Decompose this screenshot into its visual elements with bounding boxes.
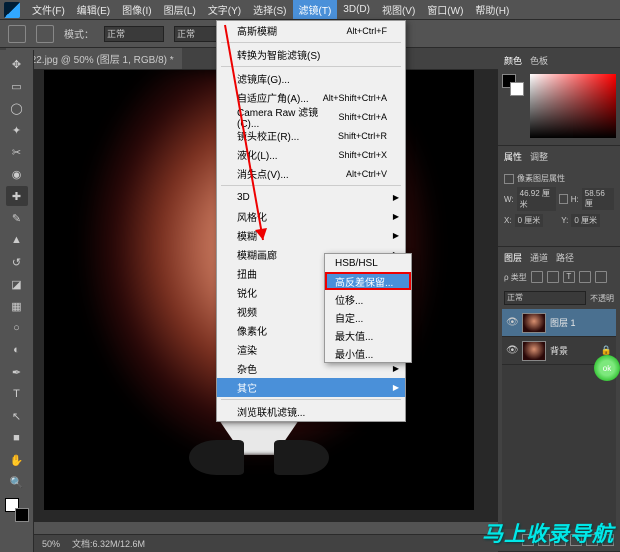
- menu-item[interactable]: 浏览联机滤镜...: [217, 402, 405, 421]
- crop-tool-icon[interactable]: ✂: [6, 142, 28, 162]
- layers-panel: 图层 通道 路径 ρ 类型 T 正常 不透明 👁 图层 1 👁 背: [498, 247, 620, 552]
- app-logo-icon: [4, 2, 20, 18]
- layer-name[interactable]: 背景: [550, 344, 568, 357]
- filter-smart-icon[interactable]: [595, 271, 607, 283]
- watermark-text: 马上收录导航: [482, 518, 614, 548]
- pixel-layer-label: 像素图层属性: [517, 173, 565, 184]
- layers-list: 👁 图层 1 👁 背景 🔒: [502, 309, 616, 529]
- status-bar: 50% 文档:6.32M/12.6M: [34, 534, 498, 552]
- hue-cube[interactable]: [530, 74, 616, 138]
- doc-size: 文档:6.32M/12.6M: [72, 537, 145, 550]
- filter-shape-icon[interactable]: [579, 271, 591, 283]
- pixel-layer-icon: [504, 174, 514, 184]
- approve-badge-icon: ok: [594, 355, 620, 381]
- blur-tool-icon[interactable]: ○: [6, 318, 28, 338]
- menu-item[interactable]: 其它▶: [217, 378, 405, 397]
- hand-tool-icon[interactable]: ✋: [6, 450, 28, 470]
- menubar: 文件(F) 编辑(E) 图像(I) 图层(L) 文字(Y) 选择(S) 滤镜(T…: [0, 0, 620, 20]
- layer-row[interactable]: 👁 图层 1: [502, 309, 616, 337]
- y-label: Y:: [561, 216, 568, 225]
- width-label: W:: [504, 195, 514, 204]
- canvas-content-bowtie: [189, 430, 329, 480]
- x-label: X:: [504, 216, 512, 225]
- layer-thumbnail[interactable]: [522, 313, 546, 333]
- mode-dropdown[interactable]: 正常: [104, 26, 164, 42]
- menu-window[interactable]: 窗口(W): [421, 0, 469, 19]
- spot-heal-icon[interactable]: [8, 25, 26, 43]
- submenu-item[interactable]: 最小值...: [325, 344, 411, 362]
- kind-label: ρ 类型: [504, 272, 527, 283]
- zoom-tool-icon[interactable]: 🔍: [6, 472, 28, 492]
- filter-adjust-icon[interactable]: [547, 271, 559, 283]
- height-label: H:: [571, 195, 579, 204]
- color-panel: 颜色 色板: [498, 50, 620, 146]
- menu-edit[interactable]: 编辑(E): [71, 0, 116, 19]
- menu-file[interactable]: 文件(F): [26, 0, 71, 19]
- tab-adjustments[interactable]: 调整: [530, 150, 548, 163]
- opacity-label: 不透明: [590, 293, 614, 304]
- color-panel-swatch[interactable]: [502, 74, 524, 96]
- shape-tool-icon[interactable]: ■: [6, 428, 28, 448]
- zoom-level[interactable]: 50%: [42, 539, 60, 549]
- visibility-icon[interactable]: 👁: [506, 317, 518, 329]
- color-swatch[interactable]: [5, 498, 29, 522]
- filter-pixel-icon[interactable]: [531, 271, 543, 283]
- menu-3d[interactable]: 3D(D): [337, 2, 376, 17]
- history-brush-tool-icon[interactable]: ↺: [6, 252, 28, 272]
- eyedropper-tool-icon[interactable]: ◉: [6, 164, 28, 184]
- submenu-item[interactable]: 位移...: [325, 290, 411, 308]
- layer-name[interactable]: 图层 1: [550, 316, 576, 329]
- menu-filter[interactable]: 滤镜(T): [293, 0, 338, 19]
- tab-properties[interactable]: 属性: [504, 150, 522, 163]
- lasso-tool-icon[interactable]: ◯: [6, 98, 28, 118]
- background-color-icon[interactable]: [15, 508, 29, 522]
- other-submenu: HSB/HSL高反差保留...位移...自定...最大值...最小值...: [324, 253, 412, 363]
- eraser-tool-icon[interactable]: ◪: [6, 274, 28, 294]
- heal-tool-icon[interactable]: ✚: [6, 186, 28, 206]
- tab-channels[interactable]: 通道: [530, 251, 548, 264]
- layer-thumbnail[interactable]: [522, 341, 546, 361]
- stamp-tool-icon[interactable]: ▲: [6, 230, 28, 250]
- marquee-tool-icon[interactable]: ▭: [6, 76, 28, 96]
- tab-layers[interactable]: 图层: [504, 251, 522, 264]
- width-value[interactable]: 46.92 厘米: [517, 187, 556, 211]
- submenu-item[interactable]: 自定...: [325, 308, 411, 326]
- visibility-icon[interactable]: 👁: [506, 345, 518, 357]
- x-value[interactable]: 0 厘米: [515, 214, 544, 227]
- menu-type[interactable]: 文字(Y): [202, 0, 247, 19]
- tools-panel: ✥ ▭ ◯ ✦ ✂ ◉ ✚ ✎ ▲ ↺ ◪ ▦ ○ ◐ ✒ T ↖ ■ ✋ 🔍: [0, 50, 34, 552]
- submenu-item[interactable]: 高反差保留...: [325, 272, 411, 290]
- brush-preset-icon[interactable]: [36, 25, 54, 43]
- menu-help[interactable]: 帮助(H): [469, 0, 515, 19]
- tab-paths[interactable]: 路径: [556, 251, 574, 264]
- arrow-annotation: [240, 25, 242, 240]
- menu-select[interactable]: 选择(S): [247, 0, 292, 19]
- y-value[interactable]: 0 厘米: [571, 214, 600, 227]
- menu-layer[interactable]: 图层(L): [158, 0, 202, 19]
- path-tool-icon[interactable]: ↖: [6, 406, 28, 426]
- menu-image[interactable]: 图像(I): [116, 0, 157, 19]
- wand-tool-icon[interactable]: ✦: [6, 120, 28, 140]
- brush-tool-icon[interactable]: ✎: [6, 208, 28, 228]
- menu-view[interactable]: 视图(V): [376, 0, 421, 19]
- submenu-item[interactable]: 最大值...: [325, 326, 411, 344]
- link-wh-icon[interactable]: [559, 194, 568, 204]
- blend-mode-dropdown[interactable]: 正常: [504, 291, 586, 305]
- tab-color[interactable]: 颜色: [504, 54, 522, 67]
- gradient-tool-icon[interactable]: ▦: [6, 296, 28, 316]
- submenu-item[interactable]: HSB/HSL: [325, 254, 411, 272]
- dodge-tool-icon[interactable]: ◐: [6, 340, 28, 360]
- height-value[interactable]: 58.56 厘: [582, 188, 614, 210]
- mode-label: 模式：: [64, 26, 94, 41]
- properties-panel: 属性 调整 像素图层属性 W: 46.92 厘米 H: 58.56 厘 X: 0…: [498, 146, 620, 247]
- type-tool-icon[interactable]: T: [6, 384, 28, 404]
- move-tool-icon[interactable]: ✥: [6, 54, 28, 74]
- pen-tool-icon[interactable]: ✒: [6, 362, 28, 382]
- tab-swatches[interactable]: 色板: [530, 54, 548, 67]
- right-panels: 颜色 色板 属性 调整 像素图层属性 W: 46.92 厘米 H:: [498, 50, 620, 552]
- bg-swatch-icon[interactable]: [510, 82, 524, 96]
- filter-type-icon[interactable]: T: [563, 271, 575, 283]
